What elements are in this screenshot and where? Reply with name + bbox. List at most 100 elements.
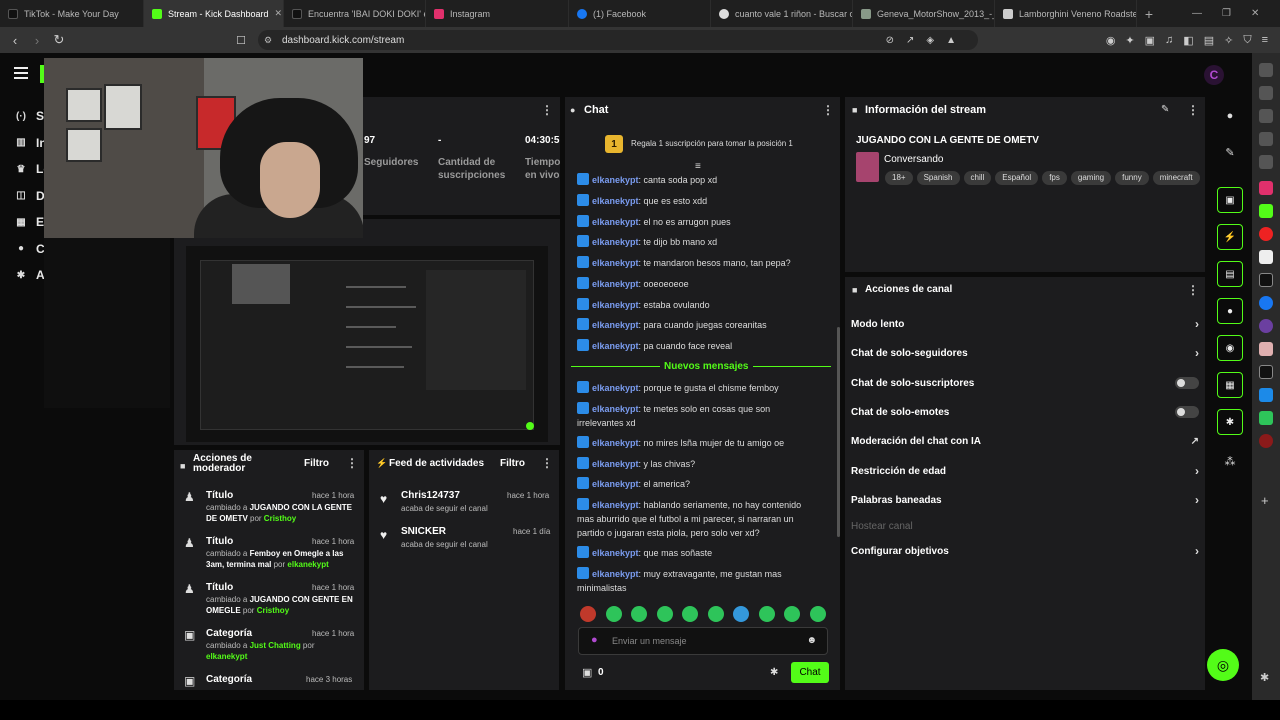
- filter-button[interactable]: Filtro: [500, 458, 525, 469]
- menu-icon[interactable]: [14, 67, 28, 79]
- app-icon[interactable]: [1259, 250, 1273, 264]
- emote-icon[interactable]: [784, 606, 800, 622]
- back-icon[interactable]: ‹: [4, 33, 26, 48]
- channel-action-row[interactable]: Palabras baneadas ›: [851, 490, 1201, 510]
- username-link[interactable]: Cristhoy: [257, 606, 289, 615]
- stream-tag[interactable]: gaming: [1070, 171, 1112, 185]
- send-chat-button[interactable]: Chat: [791, 662, 829, 683]
- browser-tab-tiktok[interactable]: TikTok - Make Your Day: [0, 0, 144, 27]
- channel-action-row[interactable]: Chat de solo-emotes: [851, 402, 1201, 422]
- chat-username[interactable]: elkanekypt: [592, 341, 639, 351]
- share-icon[interactable]: ✧: [1224, 34, 1233, 47]
- chat-username[interactable]: elkanekypt: [592, 300, 639, 310]
- filter-button[interactable]: Filtro: [304, 458, 329, 469]
- browser-tab-geneva[interactable]: Geneva_MotorShow_2013_-_La: [853, 0, 995, 27]
- url-actions-icons[interactable]: ⊘↗◈▲: [886, 35, 968, 46]
- extension-icon[interactable]: ◉: [1106, 34, 1116, 47]
- chat-username[interactable]: elkanekypt: [592, 279, 639, 289]
- chat-message[interactable]: elkanekypt: te metes solo en cosas que s…: [577, 402, 817, 430]
- store-button[interactable]: ▦: [1217, 372, 1243, 398]
- chat-message[interactable]: elkanekypt: el america?: [577, 477, 817, 491]
- emote-icon[interactable]: [580, 606, 596, 622]
- chat-message[interactable]: elkanekypt: que es esto xdd: [577, 193, 817, 208]
- vpn-icon[interactable]: [1259, 411, 1273, 425]
- emote-icon[interactable]: [656, 606, 673, 622]
- chat-username[interactable]: elkanekypt: [592, 479, 639, 489]
- category-thumbnail[interactable]: [856, 152, 879, 182]
- chat-message[interactable]: elkanekypt: ooeoeoeoe: [577, 276, 817, 291]
- media-icon[interactable]: ♫: [1165, 34, 1173, 46]
- more-options-icon[interactable]: ⋮: [1187, 103, 1199, 117]
- chat-username[interactable]: elkanekypt: [592, 175, 639, 185]
- channel-action-row[interactable]: Modo lento ›: [851, 314, 1201, 334]
- browser-tab-lamborghini[interactable]: Lamborghini Veneno Roadster: [995, 0, 1137, 27]
- chat-message[interactable]: elkanekypt: hablando seriamente, no hay …: [577, 498, 817, 540]
- username-link[interactable]: Cristhoy: [264, 514, 296, 523]
- emoji-icon[interactable]: ☻: [806, 635, 817, 646]
- stream-tag[interactable]: chill: [963, 171, 992, 185]
- youtube-icon[interactable]: [1259, 227, 1273, 241]
- site-info-icon[interactable]: ⚙: [264, 35, 272, 46]
- edit-icon[interactable]: ✎: [1161, 104, 1169, 115]
- photos-icon[interactable]: [1259, 342, 1273, 356]
- more-options-icon[interactable]: ⋮: [822, 103, 834, 117]
- chat-username[interactable]: elkanekypt: [592, 320, 639, 330]
- chat-message[interactable]: elkanekypt: canta soda pop xd: [577, 173, 817, 187]
- emote-icon[interactable]: [631, 606, 647, 622]
- reader-icon[interactable]: [1259, 155, 1273, 169]
- emote-icon[interactable]: [605, 606, 622, 622]
- maximize-icon[interactable]: ❐: [1222, 8, 1231, 19]
- browser-tab-kick[interactable]: Stream - Kick Dashboard ✕: [144, 0, 284, 27]
- sidebar-toggle-icon[interactable]: ◧: [1183, 34, 1193, 47]
- broadcast-button[interactable]: ◉: [1217, 335, 1243, 361]
- edit-icon[interactable]: ✎: [1217, 139, 1243, 165]
- microphone-icon[interactable]: ●: [591, 634, 598, 646]
- username-link[interactable]: elkanekypt: [206, 652, 247, 661]
- chat-message[interactable]: elkanekypt: y las chivas?: [577, 457, 817, 471]
- browser-tab-instagram[interactable]: Instagram: [426, 0, 569, 27]
- info-icon[interactable]: ●: [1217, 103, 1243, 129]
- channel-action-row[interactable]: Restricción de edad ›: [851, 461, 1201, 481]
- support-button[interactable]: ◎: [1207, 649, 1239, 681]
- minimize-icon[interactable]: —: [1192, 8, 1202, 19]
- chat-settings-icon[interactable]: ✱: [770, 667, 778, 678]
- emote-icon[interactable]: [682, 606, 698, 622]
- stream-tag[interactable]: Español: [995, 171, 1039, 185]
- username-link[interactable]: elkanekypt: [287, 560, 328, 569]
- chat-username[interactable]: elkanekypt: [592, 569, 639, 579]
- follower-name[interactable]: SNICKER: [401, 526, 446, 537]
- settings-icon[interactable]: ✱: [1260, 671, 1269, 684]
- facebook-icon[interactable]: [1259, 296, 1273, 310]
- chat-username[interactable]: elkanekypt: [592, 258, 639, 268]
- notes-button[interactable]: ▤: [1217, 261, 1243, 287]
- emote-icon[interactable]: [733, 606, 749, 622]
- chat-username[interactable]: elkanekypt: [592, 237, 639, 247]
- stream-tag[interactable]: minecraft: [1152, 171, 1200, 185]
- menu-icon[interactable]: ≡: [1262, 34, 1268, 46]
- stream-tag[interactable]: Spanish: [916, 171, 960, 185]
- chat-message[interactable]: elkanekypt: estaba ovulando: [577, 297, 817, 312]
- channel-action-row[interactable]: Chat de solo-suscriptores: [851, 373, 1201, 393]
- chat-message[interactable]: elkanekypt: pa cuando face reveal: [577, 339, 817, 353]
- chat-bubble-button[interactable]: ●: [1217, 298, 1243, 324]
- chat-message[interactable]: elkanekypt: te dijo bb mano xd: [577, 235, 817, 249]
- chat-username[interactable]: elkanekypt: [592, 404, 639, 414]
- chat-message[interactable]: elkanekypt: para cuando juegas coreanita…: [577, 318, 817, 332]
- x-icon[interactable]: [1259, 273, 1273, 287]
- vpn-icon[interactable]: ⛉: [1243, 34, 1251, 47]
- chat-username[interactable]: elkanekypt: [592, 459, 639, 469]
- toggle-switch[interactable]: [1175, 406, 1199, 418]
- toggle-switch[interactable]: [1175, 377, 1199, 389]
- new-tab-button[interactable]: +: [1137, 6, 1161, 22]
- emote-icon[interactable]: [707, 606, 724, 622]
- chat-username[interactable]: elkanekypt: [592, 438, 639, 448]
- more-options-icon[interactable]: ⋮: [541, 456, 553, 470]
- points-icon[interactable]: ▣: [582, 666, 592, 679]
- stream-tag[interactable]: fps: [1042, 171, 1067, 185]
- chat-username[interactable]: elkanekypt: [592, 196, 639, 206]
- emote-icon[interactable]: [809, 606, 826, 622]
- stream-tag[interactable]: 18+: [885, 171, 913, 185]
- bookmark-icon[interactable]: ☐: [230, 34, 252, 47]
- channel-action-row[interactable]: Moderación del chat con IA ↗: [851, 431, 1201, 451]
- add-icon[interactable]: +: [1261, 493, 1269, 508]
